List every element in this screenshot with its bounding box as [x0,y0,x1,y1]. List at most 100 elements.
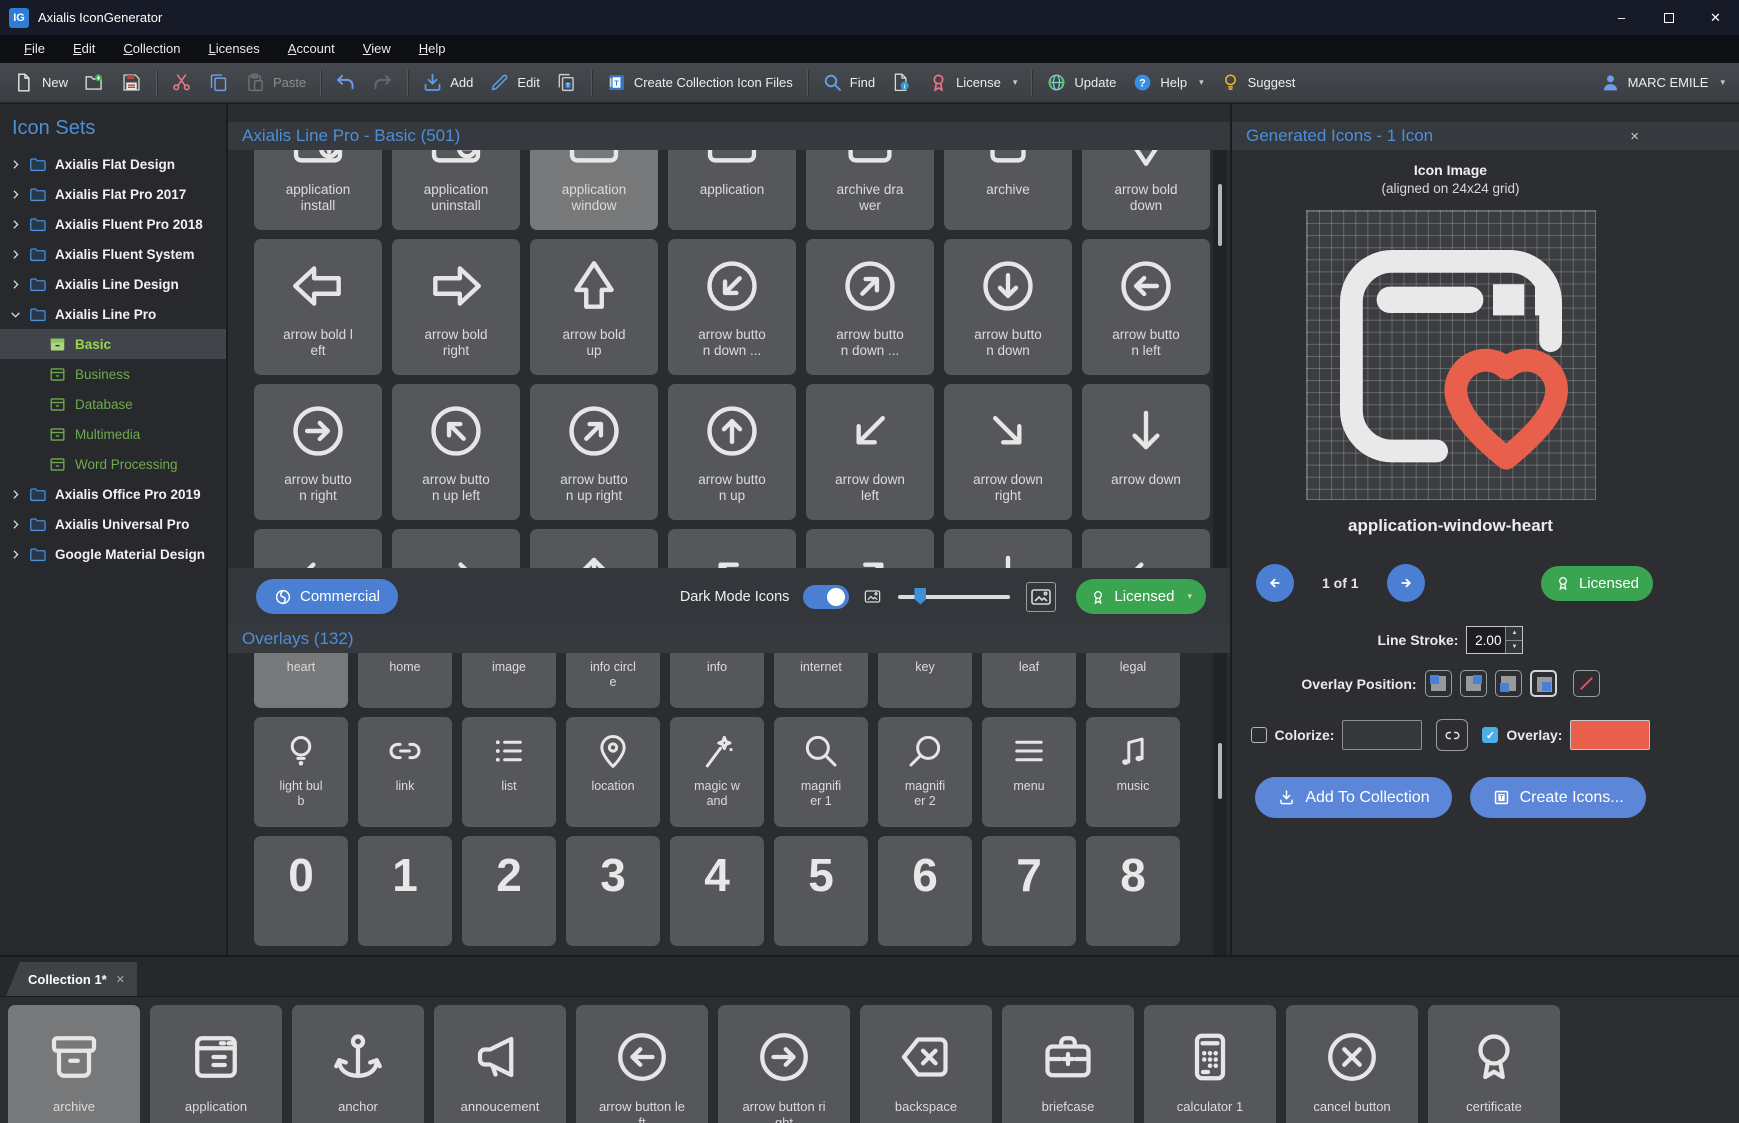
icon-tile-digit-4[interactable]: 4 [670,836,764,946]
spin-up-icon[interactable]: ▲ [1506,627,1522,641]
icon-tile-menu[interactable]: menu [982,717,1076,827]
sidebar-item-database[interactable]: Database [0,389,226,419]
close-panel-icon[interactable]: × [1630,128,1639,145]
open-folder-toolbar-button[interactable] [76,68,113,98]
icon-tile-arrow-button-up-right[interactable]: arrow button up right [530,384,658,520]
link-colors-button[interactable] [1436,719,1468,751]
suggest-toolbar-button[interactable]: Suggest [1212,68,1304,98]
icon-tile[interactable] [668,529,796,568]
save-toolbar-button[interactable] [113,68,150,98]
update-toolbar-button[interactable]: Update [1038,68,1124,98]
slider-thumb[interactable] [914,588,926,605]
line-stroke-stepper[interactable]: 2.00 ▲ ▼ [1466,626,1523,654]
icon-tile-arrow-bold-up[interactable]: arrow bold up [530,239,658,375]
icon-tile-heart[interactable]: heart [254,653,348,708]
icon-tile-digit-5[interactable]: 5 [774,836,868,946]
icon-tile-digit-1[interactable]: 1 [358,836,452,946]
add-toolbar-button[interactable]: Add [414,68,481,98]
close-button[interactable]: ✕ [1692,0,1739,35]
sidebar-item-business[interactable]: Business [0,359,226,389]
tab-collection-1[interactable]: Collection 1* ✕ [6,962,137,996]
create-icons-button[interactable]: T Create Icons... [1470,777,1646,818]
chevron-collapsed-icon[interactable] [9,218,22,231]
icon-tile-digit-6[interactable]: 6 [878,836,972,946]
overlay-checkbox[interactable]: ✓ [1482,727,1498,743]
icon-tile-application-window[interactable]: application window [530,150,658,230]
icon-tile[interactable] [254,529,382,568]
add-to-collection-button[interactable]: Add To Collection [1255,777,1451,818]
icon-tile-internet[interactable]: internet [774,653,868,708]
icon-tile-arrow-button-right[interactable]: arrow button right [254,384,382,520]
collection-tile-archive[interactable]: archive [8,1005,140,1123]
menu-item-view[interactable]: View [349,35,405,63]
sidebar-item-axialis-flat-pro-2017[interactable]: Axialis Flat Pro 2017 [0,179,226,209]
vertical-scrollbar[interactable] [1213,653,1227,955]
license-toolbar-button[interactable]: License▾ [920,68,1025,98]
colorize-checkbox[interactable] [1251,727,1267,743]
overlay-position-none-button[interactable] [1573,670,1600,697]
sidebar-item-word-processing[interactable]: Word Processing [0,449,226,479]
icon-tile-digit-8[interactable]: 8 [1086,836,1180,946]
icon-tile-arrow-down[interactable]: arrow down [1082,384,1210,520]
find-toolbar-button[interactable]: Find [814,68,883,98]
copy-collection-toolbar-button[interactable]: T [548,68,585,98]
icon-tile-arrow-button-down-[interactable]: arrow button down ... [806,239,934,375]
icon-tile-arrow-bold-right[interactable]: arrow bold right [392,239,520,375]
edit-toolbar-button[interactable]: Edit [481,68,547,98]
icon-tile-magic-wand[interactable]: magic wand [670,717,764,827]
icon-tile[interactable] [806,529,934,568]
minimize-button[interactable]: – [1598,0,1645,35]
commercial-button[interactable]: Commercial [256,579,398,614]
chevron-down-icon[interactable]: ▾ [1199,77,1204,88]
icon-tile-list[interactable]: list [462,717,556,827]
collection-tile-briefcase[interactable]: briefcase [1002,1005,1134,1123]
icon-tile-music[interactable]: music [1086,717,1180,827]
icon-tile-arrow-bold-down[interactable]: arrow bold down [1082,150,1210,230]
icon-tile-magnifier-1[interactable]: magnifier 1 [774,717,868,827]
scrollbar-thumb[interactable] [1218,743,1222,799]
collection-tile-backspace[interactable]: backspace [860,1005,992,1123]
spin-down-icon[interactable]: ▼ [1506,641,1522,654]
icon-tile-home[interactable]: home [358,653,452,708]
dark-mode-toggle[interactable] [803,585,849,609]
chevron-collapsed-icon[interactable] [9,278,22,291]
icon-tile-application-uninstall[interactable]: application uninstall [392,150,520,230]
licensed-filter-button[interactable]: Licensed ▾ [1076,579,1206,614]
icon-tile-arrow-button-up[interactable]: arrow button up [668,384,796,520]
sidebar-item-axialis-flat-design[interactable]: Axialis Flat Design [0,149,226,179]
icon-tile-digit-0[interactable]: 0 [254,836,348,946]
icon-tile[interactable] [944,529,1072,568]
icon-tile-location[interactable]: location [566,717,660,827]
menu-item-collection[interactable]: Collection [109,35,194,63]
icon-tile-leaf[interactable]: leaf [982,653,1076,708]
menu-item-account[interactable]: Account [274,35,349,63]
icon-tile-archive-drawer[interactable]: archive drawer [806,150,934,230]
collection-tile-cancel-button[interactable]: cancel button [1286,1005,1418,1123]
overlay-color-swatch[interactable] [1570,720,1650,750]
maximize-button[interactable] [1645,0,1692,35]
copy-toolbar-button[interactable] [200,68,237,98]
chevron-down-icon[interactable]: ▾ [1013,77,1018,88]
icon-tile-info[interactable]: info [670,653,764,708]
colorize-color-swatch[interactable] [1342,720,1422,750]
chevron-collapsed-icon[interactable] [9,518,22,531]
icon-tile-application[interactable]: application [668,150,796,230]
chevron-collapsed-icon[interactable] [9,548,22,561]
chevron-collapsed-icon[interactable] [9,188,22,201]
overlay-position-top-left-button[interactable] [1425,670,1452,697]
menu-item-licenses[interactable]: Licenses [194,35,273,63]
sidebar-item-axialis-fluent-pro-2018[interactable]: Axialis Fluent Pro 2018 [0,209,226,239]
overlay-position-top-right-button[interactable] [1460,670,1487,697]
sidebar-item-multimedia[interactable]: Multimedia [0,419,226,449]
previous-icon-button[interactable] [1256,564,1294,602]
icon-tile-arrow-down-right[interactable]: arrow down right [944,384,1072,520]
collection-tile-anchor[interactable]: anchor [292,1005,424,1123]
icon-tile[interactable] [392,529,520,568]
icon-size-slider[interactable] [898,595,1010,599]
next-icon-button[interactable] [1387,564,1425,602]
sidebar-item-axialis-universal-pro[interactable]: Axialis Universal Pro [0,509,226,539]
icon-tile-light-bulb[interactable]: light bulb [254,717,348,827]
icon-tile-info-circle[interactable]: info circle [566,653,660,708]
sidebar-item-axialis-office-pro-2019[interactable]: Axialis Office Pro 2019 [0,479,226,509]
licensed-badge-button[interactable]: Licensed [1541,566,1653,601]
